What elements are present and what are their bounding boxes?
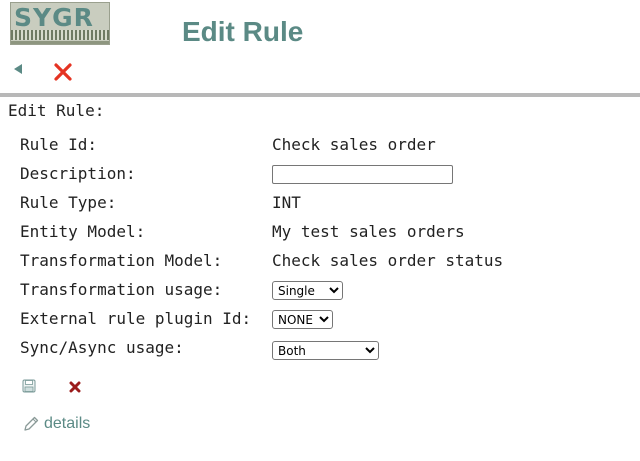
logo-strip-base (11, 41, 109, 44)
rule-id-label: Rule Id: (20, 135, 98, 154)
cancel-icon[interactable] (69, 381, 81, 393)
transformation-model-label: Transformation Model: (20, 251, 223, 270)
sync-usage-label: Sync/Async usage: (20, 338, 184, 357)
logo-text: SYGR (14, 3, 94, 32)
logo: SYGR (10, 2, 110, 45)
transformation-model-value: Check sales order status (272, 251, 504, 270)
header: SYGR Edit Rule (0, 0, 640, 94)
external-plugin-select[interactable]: NONE (272, 310, 333, 329)
pencil-icon (24, 416, 39, 431)
details-label: details (44, 415, 91, 432)
save-icon[interactable] (22, 379, 36, 393)
header-divider (0, 93, 640, 97)
external-plugin-label: External rule plugin Id: (20, 309, 252, 328)
entity-model-value: My test sales orders (272, 222, 465, 241)
logo-strip (11, 30, 109, 40)
page-title: Edit Rule (182, 16, 304, 47)
rule-id-value: Check sales order (272, 135, 436, 154)
rule-type-value: INT (272, 193, 301, 212)
back-arrow-icon[interactable] (14, 64, 22, 74)
entity-model-label: Entity Model: (20, 222, 146, 241)
close-icon[interactable] (52, 61, 74, 83)
section-title: Edit Rule: (8, 101, 105, 120)
description-label: Description: (20, 164, 136, 183)
details-link[interactable]: details (22, 414, 90, 434)
description-input[interactable] (272, 165, 453, 184)
transformation-usage-label: Transformation usage: (20, 280, 223, 299)
rule-type-label: Rule Type: (20, 193, 117, 212)
sync-usage-select[interactable]: Both (272, 341, 379, 360)
transformation-usage-select[interactable]: Single (272, 281, 343, 300)
